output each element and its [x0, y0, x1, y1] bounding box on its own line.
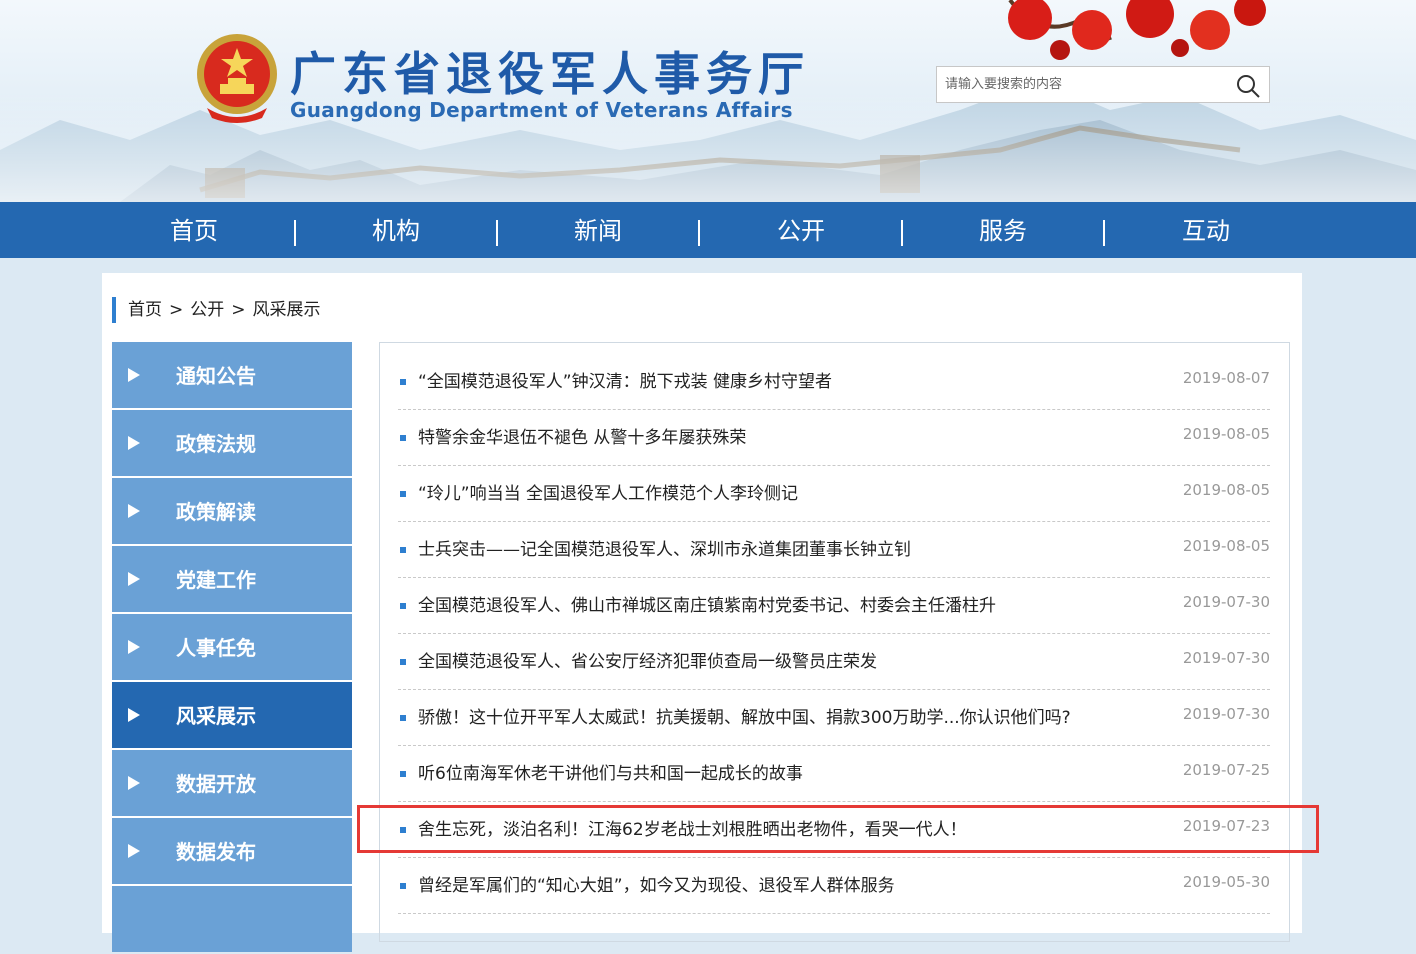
- article-date: 2019-08-07: [1182, 369, 1270, 387]
- bullet-icon: [400, 547, 406, 553]
- list-item: “全国模范退役军人”钟汉清：脱下戎装 健康乡村守望者 2019-08-07: [398, 353, 1270, 410]
- search-input[interactable]: [937, 67, 1243, 102]
- sidebar-item-showcase[interactable]: 风采展示: [112, 682, 352, 748]
- breadcrumb: 首页 > 公开 > 风采展示: [112, 297, 321, 323]
- bullet-icon: [400, 771, 406, 777]
- bullet-icon: [400, 435, 406, 441]
- nav-separator: [901, 220, 903, 246]
- list-item: 曾经是军属们的“知心大姐”，如今又为现役、退役军人群体服务 2019-05-30: [398, 857, 1270, 914]
- list-item: 舍生忘死，淡泊名利！江海62岁老战士刘根胜晒出老物件，看哭一代人！ 2019-07…: [398, 801, 1270, 858]
- article-link[interactable]: 舍生忘死，淡泊名利！江海62岁老战士刘根胜晒出老物件，看哭一代人！: [418, 815, 967, 840]
- sidebar-item-open-data[interactable]: 数据开放: [112, 750, 352, 816]
- arrow-right-icon: [128, 776, 140, 790]
- nav-item-news[interactable]: 新闻: [533, 202, 663, 258]
- site-title: 广东省退役军人事务厅: [290, 47, 810, 101]
- sidebar-item-label: 通知公告: [176, 364, 256, 388]
- list-item: 士兵突击——记全国模范退役军人、深圳市永道集团董事长钟立钊 2019-08-05: [398, 521, 1270, 578]
- article-date: 2019-07-30: [1182, 705, 1270, 723]
- sidebar-item-notices[interactable]: 通知公告: [112, 342, 352, 408]
- list-item: 全国模范退役军人、佛山市禅城区南庄镇紫南村党委书记、村委会主任潘柱升 2019-0…: [398, 577, 1270, 634]
- list-item: 特警余金华退伍不褪色 从警十多年屡获殊荣 2019-08-05: [398, 409, 1270, 466]
- bullet-icon: [400, 603, 406, 609]
- nav-item-service[interactable]: 服务: [938, 202, 1068, 258]
- nav-item-home[interactable]: 首页: [129, 202, 259, 258]
- bullet-icon: [400, 715, 406, 721]
- nav-separator: [1103, 220, 1105, 246]
- bullet-icon: [400, 379, 406, 385]
- sidebar-item-label: 数据发布: [176, 840, 256, 864]
- list-item: 骄傲！这十位开平军人太威武！抗美援朝、解放中国、捐款300万助学...你认识他们…: [398, 689, 1270, 746]
- nav-item-open[interactable]: 公开: [736, 202, 866, 258]
- article-link[interactable]: 全国模范退役军人、佛山市禅城区南庄镇紫南村党委书记、村委会主任潘柱升: [418, 591, 996, 616]
- article-link[interactable]: 听6位南海军休老干讲他们与共和国一起成长的故事: [418, 759, 803, 784]
- list-item: 全国模范退役军人、省公安厅经济犯罪侦查局一级警员庄荣发 2019-07-30: [398, 633, 1270, 690]
- article-link[interactable]: 全国模范退役军人、省公安厅经济犯罪侦查局一级警员庄荣发: [418, 647, 877, 672]
- bullet-icon: [400, 883, 406, 889]
- breadcrumb-home[interactable]: 首页: [128, 300, 162, 320]
- article-date: 2019-07-25: [1182, 761, 1270, 779]
- arrow-right-icon: [128, 368, 140, 382]
- article-date: 2019-07-30: [1182, 593, 1270, 611]
- article-date: 2019-07-23: [1182, 817, 1270, 835]
- arrow-right-icon: [128, 504, 140, 518]
- search-icon[interactable]: [1235, 73, 1261, 99]
- kapok-flowers: [1008, 0, 1266, 60]
- breadcrumb-current: 风采展示: [252, 300, 321, 320]
- sidebar-item-label: 风采展示: [176, 704, 256, 728]
- article-link[interactable]: “玲儿”响当当 全国退役军人工作模范个人李玲侧记: [418, 479, 798, 504]
- article-link[interactable]: 特警余金华退伍不褪色 从警十多年屡获殊荣: [418, 423, 746, 448]
- article-date: 2019-08-05: [1182, 537, 1270, 555]
- bullet-icon: [400, 491, 406, 497]
- breadcrumb-separator: >: [169, 300, 184, 320]
- list-item: 听6位南海军休老干讲他们与共和国一起成长的故事 2019-07-25: [398, 745, 1270, 802]
- article-link[interactable]: 曾经是军属们的“知心大姐”，如今又为现役、退役军人群体服务: [418, 871, 895, 896]
- sidebar-item-label: 党建工作: [176, 568, 256, 592]
- list-item: “玲儿”响当当 全国退役军人工作模范个人李玲侧记 2019-08-05: [398, 465, 1270, 522]
- arrow-right-icon: [128, 844, 140, 858]
- article-link[interactable]: 骄傲！这十位开平军人太威武！抗美援朝、解放中国、捐款300万助学...你认识他们…: [418, 703, 1071, 728]
- sidebar-item-label: 人事任免: [176, 636, 256, 660]
- arrow-right-icon: [128, 572, 140, 586]
- article-date: 2019-08-05: [1182, 481, 1270, 499]
- search-box: [936, 66, 1270, 103]
- sidebar-item-appointments[interactable]: 人事任免: [112, 614, 352, 680]
- sidebar-item-label: 政策解读: [176, 500, 256, 524]
- bullet-icon: [400, 659, 406, 665]
- nav-separator: [496, 220, 498, 246]
- sidebar-item-label: 政策法规: [176, 432, 256, 456]
- site-header: 广东省退役军人事务厅 Guangdong Department of Veter…: [0, 0, 1416, 202]
- national-emblem-icon: [197, 34, 277, 123]
- breadcrumb-open[interactable]: 公开: [190, 300, 224, 320]
- arrow-right-icon: [128, 708, 140, 722]
- sidebar-item-partial[interactable]: [112, 886, 352, 952]
- sidebar-item-party-building[interactable]: 党建工作: [112, 546, 352, 612]
- site-subtitle: Guangdong Department of Veterans Affairs: [290, 98, 793, 122]
- article-link[interactable]: “全国模范退役军人”钟汉清：脱下戎装 健康乡村守望者: [418, 367, 832, 392]
- nav-separator: [698, 220, 700, 246]
- article-date: 2019-05-30: [1182, 873, 1270, 891]
- bullet-icon: [400, 827, 406, 833]
- sidebar: 通知公告 政策法规 政策解读 党建工作 人事任免 风采展示 数据开放 数据发布: [112, 342, 352, 954]
- article-list: “全国模范退役军人”钟汉清：脱下戎装 健康乡村守望者 2019-08-07 特警余…: [379, 342, 1290, 942]
- breadcrumb-separator: >: [231, 300, 246, 320]
- arrow-right-icon: [128, 640, 140, 654]
- sidebar-item-regulations[interactable]: 政策法规: [112, 410, 352, 476]
- nav-separator: [294, 220, 296, 246]
- sidebar-item-data-release[interactable]: 数据发布: [112, 818, 352, 884]
- nav-item-organization[interactable]: 机构: [331, 202, 461, 258]
- nav-item-interaction[interactable]: 互动: [1141, 202, 1271, 258]
- article-date: 2019-08-05: [1182, 425, 1270, 443]
- main-nav: 首页 机构 新闻 公开 服务 互动: [0, 202, 1416, 258]
- article-date: 2019-07-30: [1182, 649, 1270, 667]
- sidebar-item-interpretation[interactable]: 政策解读: [112, 478, 352, 544]
- arrow-right-icon: [128, 436, 140, 450]
- sidebar-item-label: 数据开放: [176, 772, 256, 796]
- content-panel: 首页 > 公开 > 风采展示 通知公告 政策法规 政策解读 党建工作 人事任免 风采展示…: [102, 273, 1302, 952]
- article-link[interactable]: 士兵突击——记全国模范退役军人、深圳市永道集团董事长钟立钊: [418, 535, 911, 560]
